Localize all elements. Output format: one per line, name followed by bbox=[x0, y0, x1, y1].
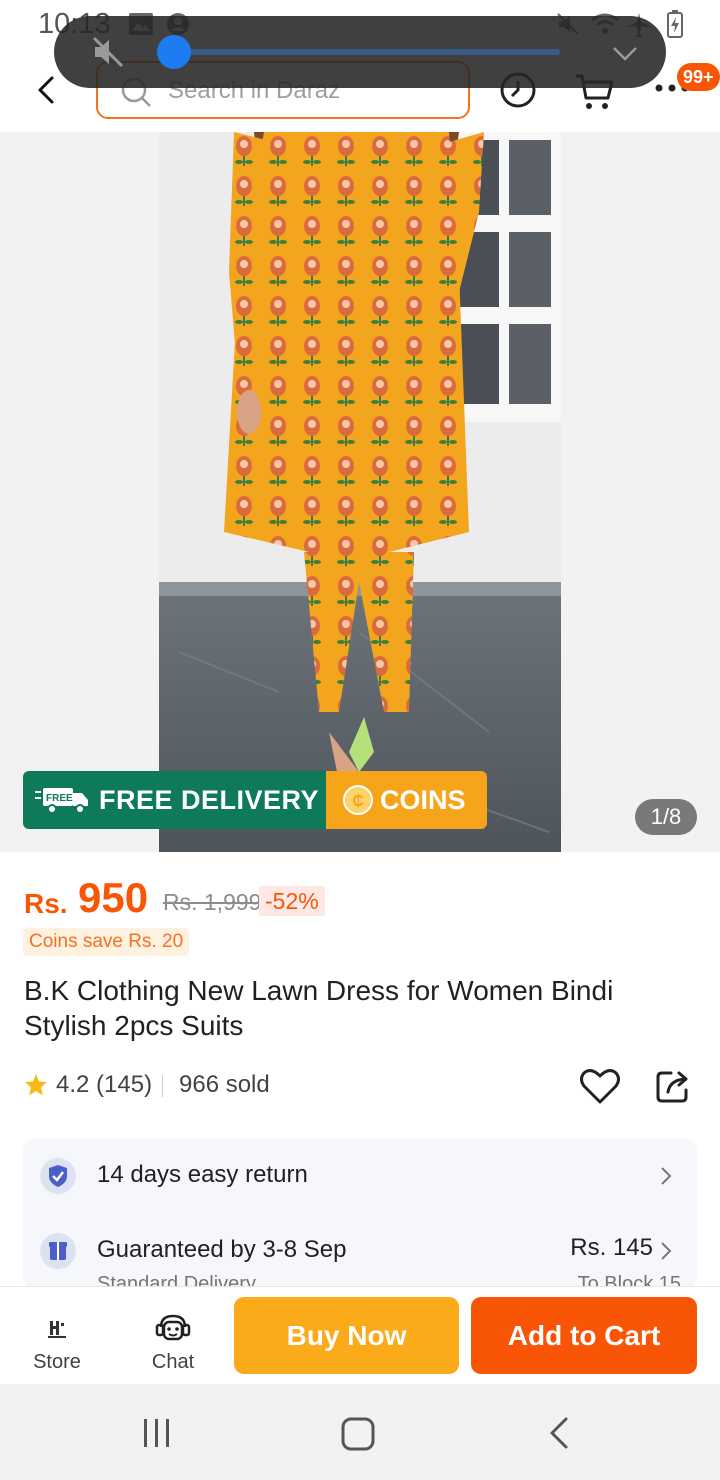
delivery-fee: Rs. 145 bbox=[570, 1234, 653, 1261]
price-value: 950 bbox=[78, 874, 149, 921]
chat-button[interactable]: Chat bbox=[134, 1303, 212, 1373]
coins-label: COINS bbox=[380, 784, 466, 815]
product-gallery[interactable]: FREE FREE DELIVERY ₵ COINS 1/8 bbox=[0, 132, 720, 852]
shield-check-icon bbox=[40, 1158, 76, 1194]
delivery-box-icon bbox=[40, 1233, 76, 1269]
rating-text[interactable]: 4.2 (145) bbox=[56, 1071, 152, 1099]
original-price: Rs. 1,999 bbox=[163, 889, 262, 915]
system-navigation-bar bbox=[0, 1384, 720, 1480]
buy-now-button[interactable]: Buy Now bbox=[234, 1297, 459, 1374]
product-title: B.K Clothing New Lawn Dress for Women Bi… bbox=[24, 975, 614, 1041]
discount-badge: -52% bbox=[259, 886, 325, 916]
volume-slider-knob[interactable] bbox=[156, 35, 191, 69]
chat-label: Chat bbox=[151, 1351, 195, 1373]
delivery-promo-banner: FREE FREE DELIVERY ₵ COINS bbox=[23, 771, 487, 829]
chevron-down-icon[interactable] bbox=[610, 38, 640, 68]
chevron-right-icon bbox=[661, 1167, 672, 1185]
system-back-icon[interactable] bbox=[546, 1416, 574, 1450]
gallery-page-counter: 1/8 bbox=[635, 799, 697, 835]
free-delivery-banner: FREE FREE DELIVERY bbox=[23, 771, 326, 829]
coins-banner: ₵ COINS bbox=[326, 771, 487, 829]
home-icon[interactable] bbox=[340, 1416, 376, 1452]
price-currency: Rs. bbox=[24, 888, 68, 919]
rating-divider bbox=[162, 1075, 163, 1097]
heart-icon[interactable] bbox=[579, 1066, 621, 1106]
delivery-row[interactable]: Guaranteed by 3-8 Sep Rs. 145 Standard D… bbox=[23, 1223, 697, 1289]
delivery-date-text: Guaranteed by 3-8 Sep bbox=[97, 1236, 347, 1263]
product-image[interactable] bbox=[159, 132, 561, 852]
service-info-card: 14 days easy return Guaranteed by 3-8 Se… bbox=[23, 1139, 697, 1289]
mute-icon[interactable] bbox=[90, 34, 126, 70]
back-arrow-icon[interactable] bbox=[28, 70, 68, 110]
rating-row: 4.2 (145) 966 sold bbox=[24, 1066, 696, 1106]
free-delivery-label: FREE DELIVERY bbox=[99, 784, 320, 815]
price-row: Rs. 950 Rs. 1,999 -52% bbox=[24, 872, 704, 922]
delivery-truck-icon: FREE bbox=[35, 788, 88, 814]
add-to-cart-button[interactable]: Add to Cart bbox=[471, 1297, 697, 1374]
sold-count: 966 sold bbox=[179, 1071, 270, 1098]
return-policy-row[interactable]: 14 days easy return bbox=[23, 1148, 697, 1204]
free-tag-text: FREE bbox=[46, 793, 73, 804]
chat-bot-icon bbox=[155, 1314, 191, 1341]
store-label: Store bbox=[33, 1351, 81, 1373]
share-icon[interactable] bbox=[653, 1066, 693, 1106]
battery-icon bbox=[667, 10, 683, 38]
bottom-action-bar: Store Chat Buy Now Add to Cart bbox=[0, 1286, 720, 1384]
coins-save-badge: Coins save Rs. 20 bbox=[23, 928, 190, 956]
store-logo-icon bbox=[48, 1321, 66, 1338]
svg-text:₵: ₵ bbox=[352, 793, 364, 810]
store-button[interactable]: Store bbox=[18, 1303, 96, 1373]
coin-icon: ₵ bbox=[343, 785, 373, 815]
volume-slider-track[interactable] bbox=[166, 49, 560, 55]
recent-apps-icon[interactable] bbox=[140, 1416, 174, 1450]
return-policy-text: 14 days easy return bbox=[97, 1161, 308, 1188]
volume-overlay bbox=[54, 16, 666, 88]
star-icon bbox=[25, 1074, 47, 1096]
chevron-right-icon bbox=[661, 1242, 672, 1260]
cart-badge: 99+ bbox=[677, 63, 720, 91]
